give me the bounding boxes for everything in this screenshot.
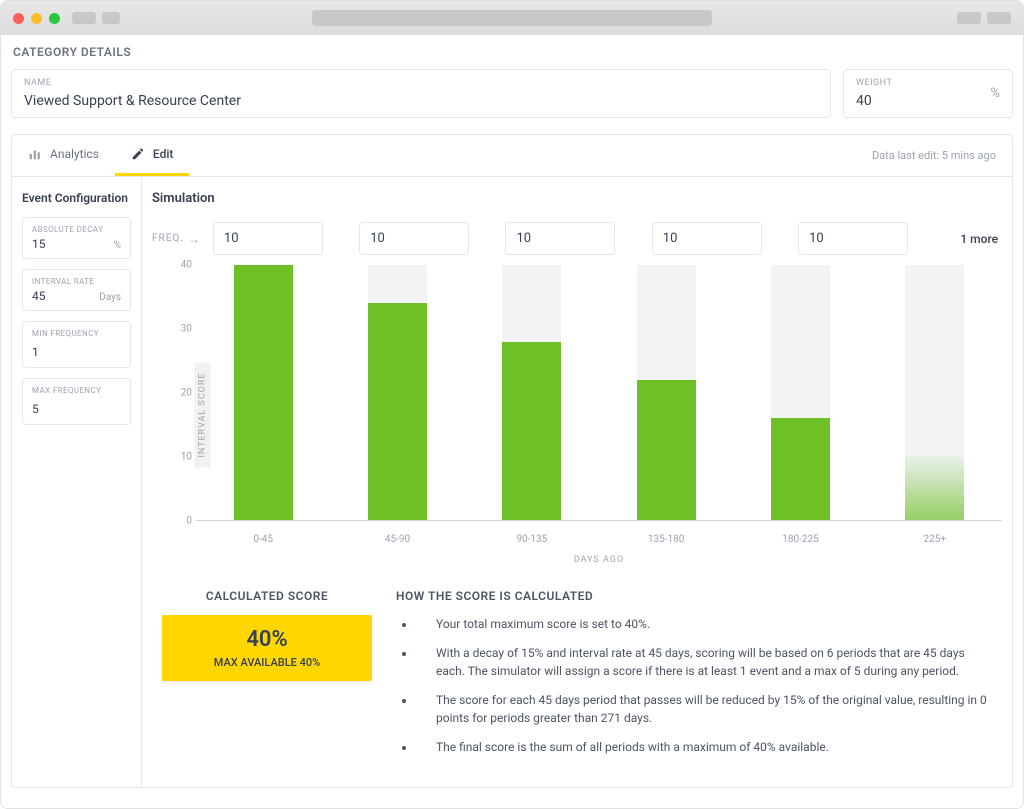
name-input[interactable] xyxy=(24,93,818,109)
chart-ytick: 0 xyxy=(186,516,192,527)
tab-bar: Analytics Edit Data last edit: 5 mins ag… xyxy=(12,135,1012,177)
interval-rate-field[interactable]: INTERVAL RATE Days xyxy=(22,269,131,311)
window-close-icon[interactable] xyxy=(13,13,24,24)
interval-rate-unit: Days xyxy=(99,292,121,303)
tab-edit[interactable]: Edit xyxy=(115,135,189,176)
chart-ytick: 30 xyxy=(181,324,192,335)
explain-bullet: The score for each 45 days period that p… xyxy=(416,691,992,728)
calculated-score-sub: MAX AVAILABLE 40% xyxy=(174,656,360,669)
pencil-icon xyxy=(131,147,145,161)
toolbar-slot xyxy=(957,12,981,24)
arrow-right-icon: → xyxy=(188,232,201,246)
explain-bullet: With a decay of 15% and interval rate at… xyxy=(416,644,992,681)
calculated-score-title: CALCULATED SCORE xyxy=(162,589,372,603)
absolute-decay-field[interactable]: ABSOLUTE DECAY % xyxy=(22,217,131,259)
interval-rate-label: INTERVAL RATE xyxy=(32,277,121,286)
interval-score-chart: INTERVAL SCORE 010203040 0-4545-9090-135… xyxy=(152,265,1002,565)
toolbar-slot xyxy=(987,12,1011,24)
weight-label: WEIGHT xyxy=(856,78,990,88)
min-frequency-label: MIN FREQUENCY xyxy=(32,329,121,338)
freq-input-4[interactable] xyxy=(798,222,908,255)
freq-input-2[interactable] xyxy=(505,222,615,255)
name-label: NAME xyxy=(24,78,818,88)
address-bar[interactable] xyxy=(312,10,712,26)
absolute-decay-input[interactable] xyxy=(32,237,72,251)
chart-xtick: 180-225 xyxy=(733,534,867,545)
calculated-score-box: 40% MAX AVAILABLE 40% xyxy=(162,615,372,681)
toolbar-slot xyxy=(72,12,96,24)
freq-input-3[interactable] xyxy=(652,222,762,255)
chart-xlabel: DAYS AGO xyxy=(196,555,1002,565)
name-field[interactable]: NAME xyxy=(11,69,831,118)
tab-analytics-label: Analytics xyxy=(50,147,99,161)
analytics-icon xyxy=(28,147,42,161)
chart-xtick: 225+ xyxy=(868,534,1002,545)
max-frequency-label: MAX FREQUENCY xyxy=(32,386,121,395)
weight-unit: % xyxy=(990,86,1000,101)
freq-label: FREQ. → xyxy=(152,232,201,246)
weight-input[interactable] xyxy=(856,93,990,109)
chart-bar xyxy=(368,303,427,520)
freq-input-1[interactable] xyxy=(359,222,469,255)
min-frequency-field[interactable]: MIN FREQUENCY xyxy=(22,321,131,368)
chart-ytick: 40 xyxy=(181,260,192,271)
max-frequency-field[interactable]: MAX FREQUENCY xyxy=(22,378,131,425)
weight-field[interactable]: WEIGHT % xyxy=(843,69,1013,118)
tab-analytics[interactable]: Analytics xyxy=(12,135,115,176)
window-minimize-icon[interactable] xyxy=(31,13,42,24)
chart-xtick: 0-45 xyxy=(196,534,330,545)
freq-input-0[interactable] xyxy=(213,222,323,255)
max-frequency-input[interactable] xyxy=(32,402,72,416)
window-titlebar xyxy=(1,1,1023,35)
simulation-title: Simulation xyxy=(152,191,1002,206)
sidebar-title: Event Configuration xyxy=(22,191,131,205)
chart-bar xyxy=(771,418,830,520)
chart-bar xyxy=(502,342,561,521)
chart-ytick: 20 xyxy=(181,388,192,399)
toolbar-slot xyxy=(102,12,120,24)
absolute-decay-unit: % xyxy=(114,240,121,251)
freq-more-link[interactable]: 1 more xyxy=(956,224,1002,254)
absolute-decay-label: ABSOLUTE DECAY xyxy=(32,225,121,234)
chart-ytick: 10 xyxy=(181,452,192,463)
chart-bar xyxy=(905,456,964,520)
min-frequency-input[interactable] xyxy=(32,345,72,359)
chart-xtick: 135-180 xyxy=(599,534,733,545)
tab-edit-label: Edit xyxy=(153,147,173,161)
window-zoom-icon[interactable] xyxy=(49,13,60,24)
explain-bullet: Your total maximum score is set to 40%. xyxy=(416,615,992,634)
chart-bar xyxy=(637,380,696,520)
explain-title: HOW THE SCORE IS CALCULATED xyxy=(396,589,992,603)
section-title: CATEGORY DETAILS xyxy=(11,45,1013,59)
last-edit-text: Data last edit: 5 mins ago xyxy=(872,149,1012,162)
chart-xtick: 45-90 xyxy=(330,534,464,545)
explain-bullet: The final score is the sum of all period… xyxy=(416,738,992,757)
event-config-sidebar: Event Configuration ABSOLUTE DECAY % INT… xyxy=(12,177,142,787)
calculated-score-value: 40% xyxy=(174,627,360,652)
chart-bar xyxy=(234,265,293,520)
chart-xtick: 90-135 xyxy=(465,534,599,545)
interval-rate-input[interactable] xyxy=(32,289,72,303)
